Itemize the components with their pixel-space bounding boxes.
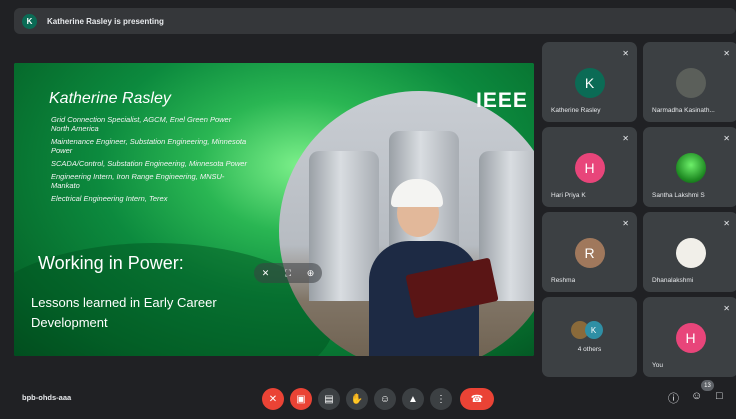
present-button[interactable]: ▲	[402, 388, 424, 410]
present-icon: ▲	[408, 393, 418, 405]
ieee-logo: IEEE	[476, 89, 528, 112]
others-avatars: K	[570, 321, 609, 345]
avatar: H	[675, 323, 706, 353]
people-icon[interactable]: ☺	[691, 390, 702, 402]
self-tile[interactable]: ✕ H You	[643, 297, 736, 377]
meeting-code: bpb-ohds-aaa	[22, 393, 72, 402]
emoji-icon: ☺	[379, 393, 391, 405]
participant-tile[interactable]: ✕ Narmadha Kasinath...	[643, 42, 736, 122]
slide-subtitle: Lessons learned in Early Career Developm…	[31, 295, 217, 330]
camera-off-icon: ▣	[296, 393, 306, 405]
fullscreen-icon[interactable]: ⛶	[285, 268, 291, 279]
participant-name: Hari Priya K	[551, 192, 586, 199]
participant-tile[interactable]: ✕ Dhanalakshmi	[643, 212, 736, 292]
presentation-overlay-controls[interactable]: ✕ ⛶ ⊕	[254, 263, 322, 283]
credential-line: SCADA/Control, Substation Engineering, M…	[51, 159, 247, 168]
mic-off-icon: ✕	[622, 134, 629, 143]
participant-tile[interactable]: ✕ R Reshma	[542, 212, 637, 292]
more-icon[interactable]: ⊕	[307, 268, 315, 279]
participant-tile[interactable]: ✕ Santha Lakshmi S	[643, 127, 736, 207]
credential-line: Electrical Engineering Intern, Terex	[51, 194, 168, 203]
shared-slide: IEEE Katherine Rasley Grid Connection Sp…	[14, 63, 534, 356]
info-icon[interactable]: ⓘ	[668, 390, 679, 406]
more-options-button[interactable]: ⋮	[430, 388, 452, 410]
mic-off-icon: ✕	[723, 134, 730, 143]
avatar	[675, 238, 706, 268]
others-label: 4 others	[577, 346, 602, 353]
slide-credentials: Grid Connection Specialist, AGCM, Enel G…	[51, 115, 251, 207]
slide-title: Working in Power:	[38, 253, 184, 273]
mic-off-icon: ✕	[723, 49, 730, 58]
credential-line: Maintenance Engineer, Substation Enginee…	[51, 137, 247, 155]
participant-name: You	[652, 362, 663, 369]
mic-off-icon[interactable]: ✕	[262, 268, 270, 279]
avatar: K	[574, 68, 605, 98]
more-icon: ⋮	[436, 393, 446, 405]
mic-off-icon: ✕	[622, 49, 629, 58]
participant-tile[interactable]: ✕ K Katherine Rasley	[542, 42, 637, 122]
meet-window: K Katherine Rasley is presenting IEEE Ka…	[0, 0, 736, 419]
avatar: K	[584, 321, 603, 339]
credential-line: Grid Connection Specialist, AGCM, Enel G…	[51, 115, 232, 133]
hand-icon: ✋	[350, 393, 364, 405]
raise-hand-button[interactable]: ✋	[346, 388, 368, 410]
participant-name: Narmadha Kasinath...	[652, 107, 715, 114]
presenting-banner: K Katherine Rasley is presenting	[14, 8, 736, 34]
presenting-text: Katherine Rasley is presenting	[47, 16, 164, 26]
mic-off-icon: ✕	[622, 219, 629, 228]
mic-toggle-button[interactable]: ✕	[262, 388, 284, 410]
captions-icon: ▤	[324, 393, 334, 405]
presenter-avatar: K	[22, 13, 37, 29]
slide-presenter-name: Katherine Rasley	[49, 90, 171, 107]
emoji-button[interactable]: ☺	[374, 388, 396, 410]
participant-name: Santha Lakshmi S	[652, 192, 705, 199]
people-count-badge: 13	[701, 380, 714, 391]
mic-off-icon: ✕	[723, 304, 730, 313]
avatar	[675, 68, 706, 98]
captions-button[interactable]: ▤	[318, 388, 340, 410]
participant-tile[interactable]: ✕ H Hari Priya K	[542, 127, 637, 207]
participant-name: Dhanalakshmi	[652, 277, 694, 284]
others-tile[interactable]: K 4 others	[542, 297, 637, 377]
mic-off-icon: ✕	[723, 219, 730, 228]
mic-off-icon: ✕	[268, 393, 278, 405]
avatar: H	[574, 153, 605, 183]
participant-name: Katherine Rasley	[551, 107, 601, 114]
camera-toggle-button[interactable]: ▣	[290, 388, 312, 410]
avatar	[675, 153, 706, 183]
end-call-icon: ☎	[470, 393, 484, 405]
end-call-button[interactable]: ☎	[460, 388, 494, 410]
credential-line: Engineering Intern, Iron Range Engineeri…	[51, 172, 225, 190]
avatar: R	[574, 238, 605, 268]
chat-icon[interactable]: □	[716, 390, 723, 402]
participant-name: Reshma	[551, 277, 576, 284]
